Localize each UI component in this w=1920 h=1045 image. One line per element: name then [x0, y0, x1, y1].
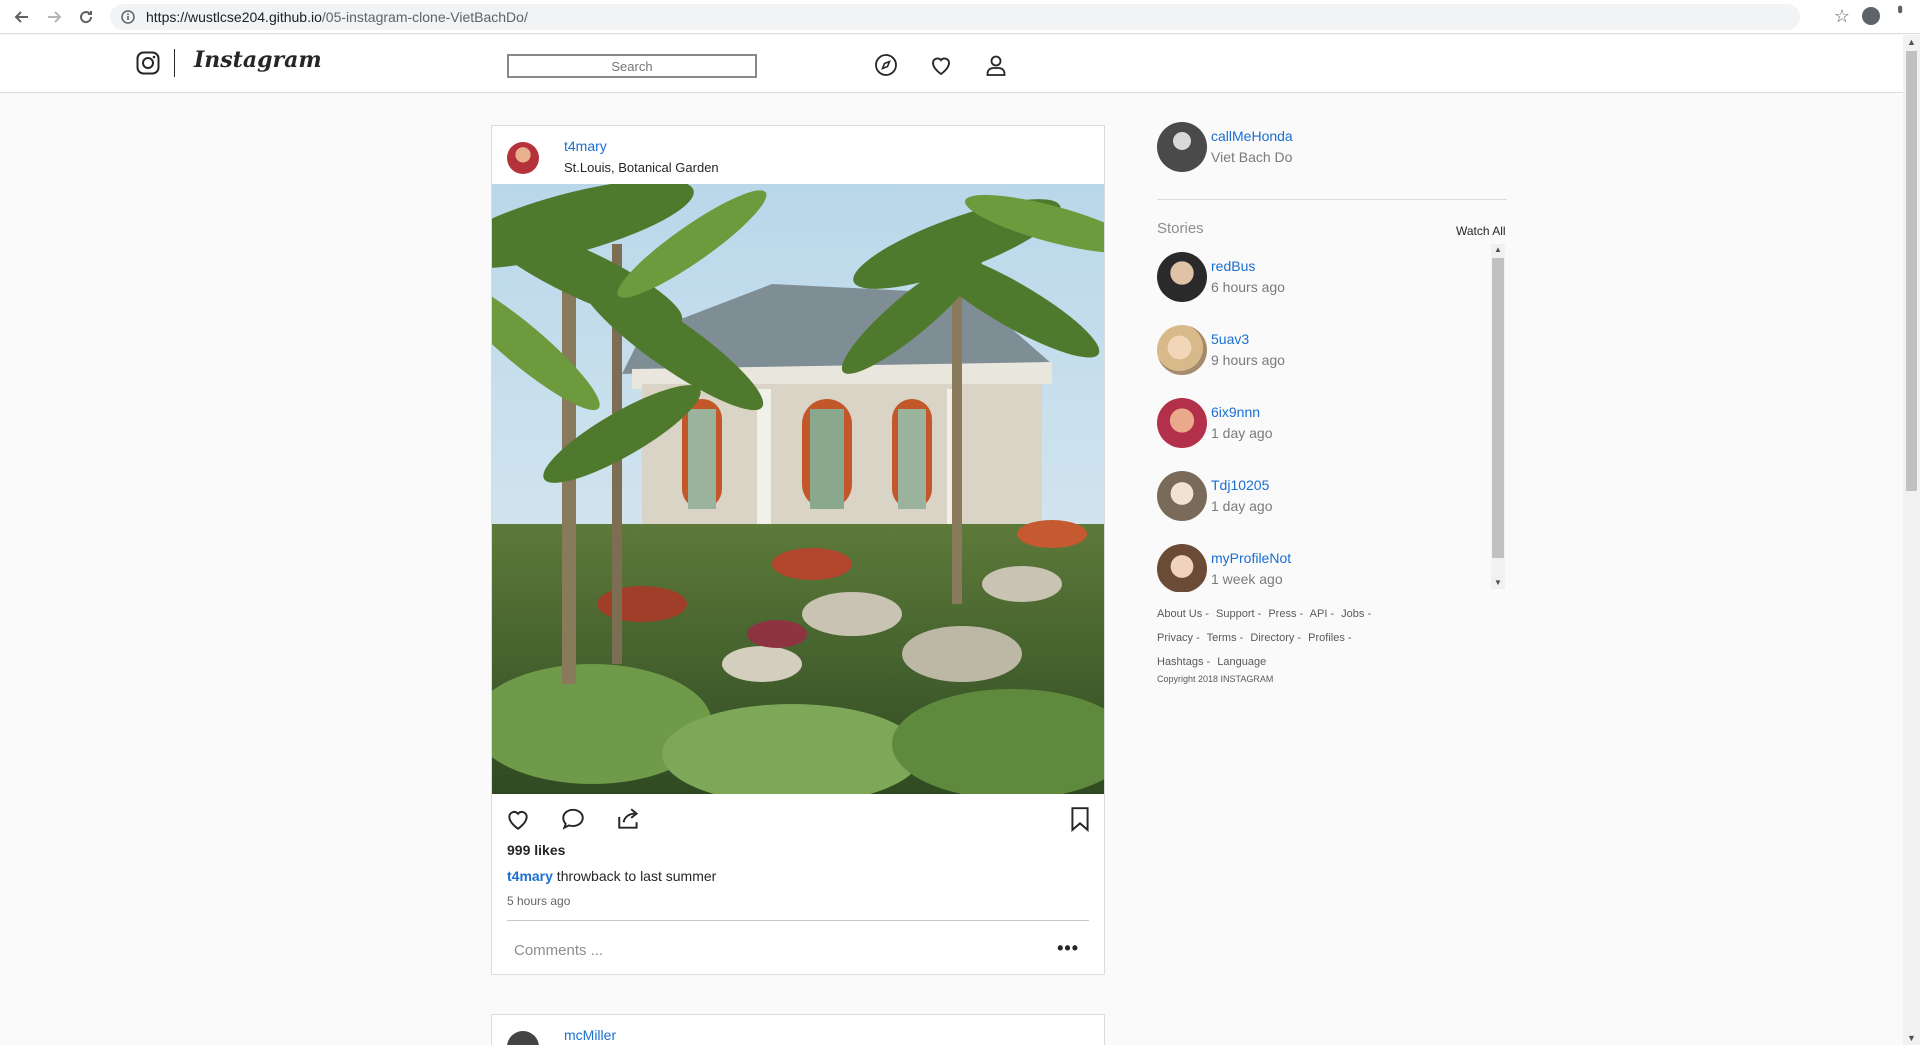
story-item[interactable]: 6ix9nnn 1 day ago [1157, 390, 1477, 450]
post-divider [507, 920, 1089, 921]
address-bar[interactable]: https://wustlcse204.github.io/05-instagr… [110, 4, 1800, 30]
story-time: 1 week ago [1211, 571, 1283, 587]
user-icon[interactable] [984, 53, 1008, 77]
footer-link-language[interactable]: Language [1217, 656, 1266, 668]
comment-input[interactable]: Comments ... [514, 942, 603, 959]
story-item[interactable]: 5uav3 9 hours ago [1157, 317, 1477, 377]
story-item[interactable]: myProfileNot 1 week ago [1157, 536, 1477, 592]
story-avatar[interactable] [1157, 325, 1207, 375]
like-heart-icon[interactable] [505, 806, 531, 832]
footer-link-about[interactable]: About Us - [1157, 608, 1209, 620]
story-time: 1 day ago [1211, 498, 1273, 514]
footer-link-jobs[interactable]: Jobs - [1341, 608, 1371, 620]
instagram-logo-icon[interactable] [136, 51, 160, 75]
story-time: 1 day ago [1211, 425, 1273, 441]
compass-icon[interactable] [874, 53, 898, 77]
panel-divider [1157, 199, 1507, 200]
arrow-right-icon [48, 10, 62, 23]
stories-list[interactable]: redBus 6 hours ago 5uav3 9 hours ago 6ix… [1157, 244, 1507, 592]
instagram-header: Instagram [0, 35, 1903, 93]
browser-profile-icon[interactable] [1862, 7, 1880, 25]
footer-link-api[interactable]: API - [1310, 608, 1334, 620]
page-scroll-up-icon[interactable]: ▲ [1903, 35, 1920, 49]
next-post-card: mcMiller [491, 1014, 1105, 1045]
post-caption: t4mary throwback to last summer [507, 868, 716, 884]
arrow-left-icon [14, 10, 28, 23]
profile-fullname: Viet Bach Do [1211, 149, 1293, 165]
caption-text: throwback to last summer [552, 868, 717, 884]
scroll-up-arrow-icon[interactable]: ▲ [1491, 244, 1505, 256]
footer-link-directory[interactable]: Directory - [1250, 632, 1301, 644]
story-avatar[interactable] [1157, 398, 1207, 448]
likes-count[interactable]: 999 likes [507, 842, 565, 858]
heart-icon[interactable] [929, 53, 953, 77]
instagram-wordmark[interactable]: Instagram [194, 47, 322, 73]
search-input[interactable] [507, 54, 757, 78]
story-item[interactable]: redBus 6 hours ago [1157, 244, 1477, 304]
profile-avatar[interactable] [1157, 122, 1207, 172]
caption-username[interactable]: t4mary [507, 868, 553, 884]
stories-scroll-thumb[interactable] [1492, 258, 1504, 558]
watch-all-link[interactable]: Watch All [1456, 224, 1506, 238]
bookmark-icon[interactable] [1067, 806, 1093, 832]
post-image[interactable] [492, 184, 1104, 794]
page-scroll-down-icon[interactable]: ▼ [1903, 1031, 1920, 1045]
reload-button[interactable] [70, 0, 102, 34]
browser-toolbar: https://wustlcse204.github.io/05-instagr… [0, 0, 1920, 34]
footer-links: About Us - Support - Press - API - Jobs … [1157, 602, 1397, 674]
post-timestamp: 5 hours ago [507, 894, 571, 908]
story-item[interactable]: Tdj10205 1 day ago [1157, 463, 1477, 523]
story-time: 9 hours ago [1211, 352, 1285, 368]
info-icon[interactable] [118, 7, 138, 27]
next-post-username[interactable]: mcMiller [564, 1027, 616, 1043]
profile-username[interactable]: callMeHonda [1211, 128, 1293, 144]
scroll-down-arrow-icon[interactable]: ▼ [1491, 577, 1505, 589]
forward-button[interactable] [38, 0, 70, 34]
share-icon[interactable] [616, 806, 642, 832]
comment-bubble-icon[interactable] [560, 806, 586, 832]
story-username[interactable]: myProfileNot [1211, 550, 1291, 566]
stories-scrollbar[interactable]: ▲ ▼ [1491, 244, 1505, 589]
story-username[interactable]: 5uav3 [1211, 331, 1249, 347]
url-path: /05-instagram-clone-VietBachDo/ [321, 9, 528, 25]
story-avatar[interactable] [1157, 544, 1207, 592]
footer-link-hashtags[interactable]: Hashtags - [1157, 656, 1210, 668]
url-host: https://wustlcse204.github.io [146, 9, 322, 25]
footer-link-press[interactable]: Press - [1268, 608, 1303, 620]
post-location[interactable]: St.Louis, Botanical Garden [564, 160, 719, 175]
browser-menu-icon[interactable]: ••• [1890, 5, 1908, 10]
story-username[interactable]: Tdj10205 [1211, 477, 1269, 493]
stories-title: Stories [1157, 220, 1204, 237]
post-username[interactable]: t4mary [564, 138, 607, 154]
bookmark-star-icon[interactable]: ☆ [1834, 6, 1850, 27]
page-scroll-thumb[interactable] [1906, 51, 1917, 491]
url-text: https://wustlcse204.github.io/05-instagr… [146, 9, 528, 25]
footer-link-support[interactable]: Support - [1216, 608, 1261, 620]
story-username[interactable]: 6ix9nnn [1211, 404, 1260, 420]
back-button[interactable] [6, 0, 38, 34]
next-post-avatar[interactable] [507, 1031, 539, 1045]
post-avatar[interactable] [507, 142, 539, 174]
post-card: t4mary St.Louis, Botanical Garden 999 li… [491, 125, 1105, 975]
more-options-icon[interactable]: ••• [1057, 938, 1079, 959]
story-username[interactable]: redBus [1211, 258, 1255, 274]
logo-separator [174, 49, 175, 77]
reload-icon [80, 10, 93, 23]
story-avatar[interactable] [1157, 471, 1207, 521]
copyright-text: Copyright 2018 INSTAGRAM [1157, 674, 1274, 684]
footer-link-privacy[interactable]: Privacy - [1157, 632, 1200, 644]
story-time: 6 hours ago [1211, 279, 1285, 295]
footer-link-terms[interactable]: Terms - [1207, 632, 1244, 644]
story-avatar[interactable] [1157, 252, 1207, 302]
footer-link-profiles[interactable]: Profiles - [1308, 632, 1351, 644]
page-scrollbar[interactable]: ▲ ▼ [1903, 35, 1920, 1045]
